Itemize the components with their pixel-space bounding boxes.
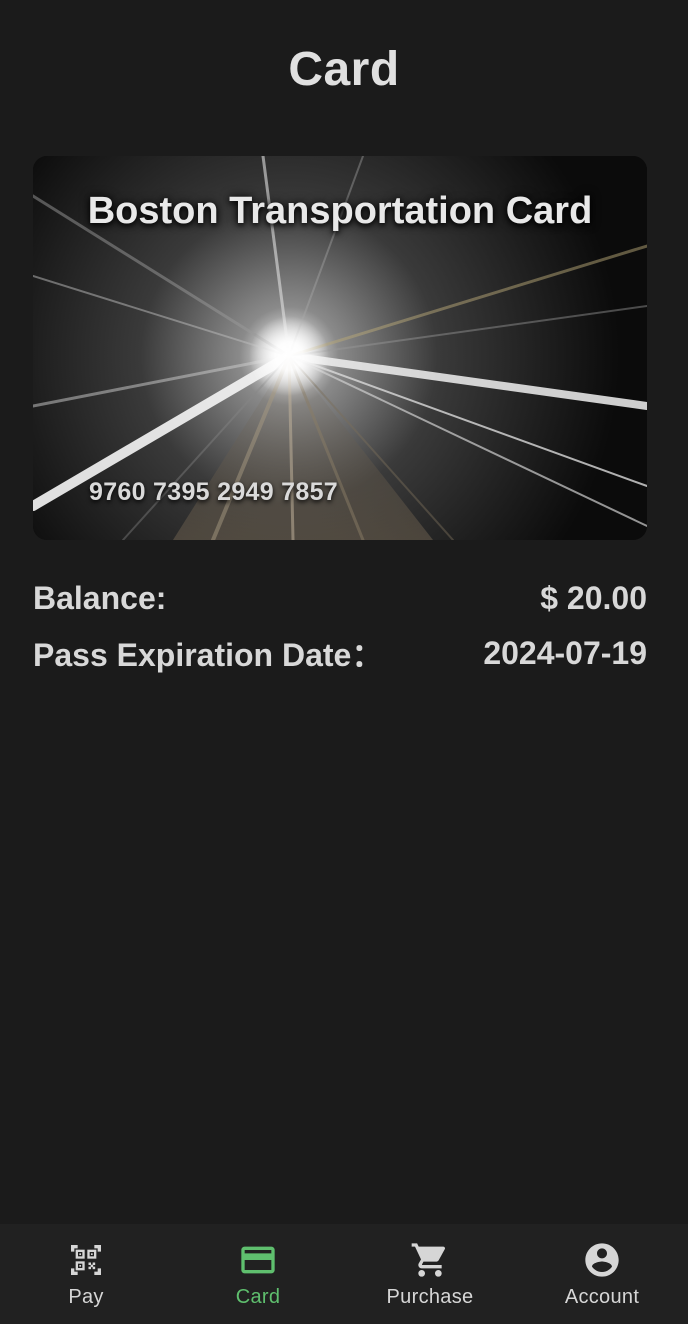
nav-label-pay: Pay [68, 1286, 104, 1308]
card-title: Boston Transportation Card [87, 190, 593, 232]
nav-item-purchase[interactable]: Purchase [344, 1224, 516, 1324]
expiry-row: Pass Expiration Date： 2024-07-19 [33, 630, 647, 676]
credit-card-icon [241, 1246, 275, 1274]
nav-label-purchase: Purchase [386, 1286, 474, 1308]
nav-item-account[interactable]: Account [516, 1224, 688, 1324]
expiry-label: Pass Expiration Date： [33, 637, 384, 673]
balance-value: $ 20.00 [540, 580, 647, 616]
balance-label: Balance: [33, 580, 167, 616]
nav-item-card[interactable]: Card [172, 1224, 344, 1324]
card-number: 9760 7395 2949 7857 [89, 478, 338, 506]
nav-item-pay[interactable]: Pay [0, 1224, 172, 1324]
page-title: Card [288, 43, 400, 96]
bottom-navigation: Pay Card Purchase Account [0, 1224, 688, 1324]
transportation-card[interactable]: Boston Transportation Card 9760 7395 294… [33, 156, 647, 540]
nav-label-card: Card [235, 1286, 281, 1308]
cart-icon [411, 1243, 446, 1277]
qr-code-icon [71, 1245, 101, 1275]
expiry-value: 2024-07-19 [483, 634, 647, 671]
account-circle-icon [585, 1243, 619, 1277]
nav-label-account: Account [564, 1286, 640, 1308]
app-screen: Card Boston Transportation Card 9760 739… [0, 0, 688, 1324]
balance-row: Balance: $ 20.00 [33, 580, 647, 617]
